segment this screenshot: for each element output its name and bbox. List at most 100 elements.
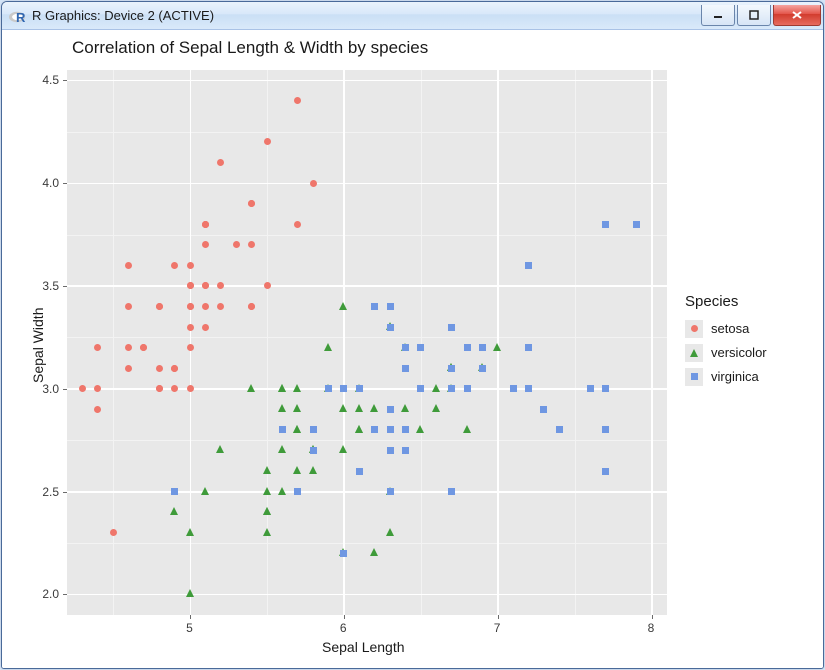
legend-item-setosa: setosa — [685, 318, 767, 340]
data-point-setosa — [202, 221, 209, 228]
y-tick-label: 3.0 — [42, 382, 59, 396]
data-point-virginica — [602, 385, 609, 392]
data-point-virginica — [602, 426, 609, 433]
x-tick-label: 7 — [494, 621, 501, 635]
data-point-versicolor — [293, 404, 301, 412]
data-point-virginica — [602, 221, 609, 228]
data-point-versicolor — [339, 302, 347, 310]
data-point-virginica — [633, 221, 640, 228]
data-point-setosa — [187, 385, 194, 392]
data-point-virginica — [340, 385, 347, 392]
data-point-setosa — [217, 303, 224, 310]
data-point-virginica — [310, 447, 317, 454]
data-point-setosa — [171, 385, 178, 392]
data-point-virginica — [525, 344, 532, 351]
maximize-button[interactable] — [737, 5, 771, 26]
data-point-versicolor — [386, 528, 394, 536]
data-point-virginica — [479, 365, 486, 372]
data-point-virginica — [371, 426, 378, 433]
legend-swatch-icon — [685, 368, 703, 386]
x-tick-label: 5 — [186, 621, 193, 635]
y-tick-label: 2.5 — [42, 485, 59, 499]
y-tick-label: 3.5 — [42, 279, 59, 293]
r-logo-icon: R — [8, 7, 26, 25]
data-point-virginica — [387, 426, 394, 433]
data-point-versicolor — [324, 343, 332, 351]
data-point-setosa — [156, 365, 163, 372]
close-button[interactable] — [773, 5, 821, 26]
data-point-setosa — [202, 324, 209, 331]
legend-title: Species — [685, 293, 767, 310]
data-point-versicolor — [401, 404, 409, 412]
data-point-versicolor — [278, 487, 286, 495]
data-point-virginica — [448, 324, 455, 331]
legend-label: virginica — [711, 369, 759, 384]
data-point-virginica — [525, 262, 532, 269]
data-point-setosa — [310, 180, 317, 187]
data-point-virginica — [417, 344, 424, 351]
data-point-virginica — [448, 488, 455, 495]
data-point-setosa — [171, 365, 178, 372]
data-point-versicolor — [370, 548, 378, 556]
data-point-versicolor — [339, 445, 347, 453]
data-point-virginica — [387, 303, 394, 310]
data-point-setosa — [187, 324, 194, 331]
data-point-virginica — [587, 385, 594, 392]
legend-label: setosa — [711, 321, 749, 336]
data-point-versicolor — [186, 589, 194, 597]
data-point-virginica — [294, 488, 301, 495]
app-window: R R Graphics: Device 2 (ACTIVE) Correlat… — [1, 1, 824, 669]
data-point-setosa — [294, 221, 301, 228]
data-point-versicolor — [278, 445, 286, 453]
x-tick-label: 8 — [648, 621, 655, 635]
data-point-setosa — [171, 262, 178, 269]
plot-area: Correlation of Sepal Length & Width by s… — [2, 30, 823, 668]
data-point-virginica — [387, 406, 394, 413]
data-point-setosa — [202, 303, 209, 310]
data-point-versicolor — [263, 487, 271, 495]
data-point-virginica — [402, 447, 409, 454]
data-point-setosa — [202, 282, 209, 289]
minimize-button[interactable] — [701, 5, 735, 26]
data-point-versicolor — [463, 425, 471, 433]
data-point-setosa — [94, 385, 101, 392]
legend-item-versicolor: versicolor — [685, 342, 767, 364]
data-point-setosa — [125, 365, 132, 372]
data-point-versicolor — [309, 466, 317, 474]
data-point-versicolor — [370, 404, 378, 412]
y-tick-label: 4.5 — [42, 73, 59, 87]
data-point-versicolor — [278, 404, 286, 412]
x-axis-label: Sepal Length — [322, 639, 405, 655]
data-point-setosa — [294, 97, 301, 104]
data-point-virginica — [402, 426, 409, 433]
titlebar[interactable]: R R Graphics: Device 2 (ACTIVE) — [2, 2, 823, 30]
chart-panel — [67, 70, 667, 615]
data-point-virginica — [387, 447, 394, 454]
data-point-versicolor — [216, 445, 224, 453]
data-point-versicolor — [201, 487, 209, 495]
data-point-virginica — [479, 344, 486, 351]
data-point-virginica — [171, 488, 178, 495]
data-point-versicolor — [355, 425, 363, 433]
data-point-setosa — [217, 282, 224, 289]
svg-text:R: R — [16, 10, 26, 25]
data-point-versicolor — [432, 404, 440, 412]
data-point-virginica — [325, 385, 332, 392]
data-point-setosa — [156, 303, 163, 310]
data-point-setosa — [248, 241, 255, 248]
data-point-virginica — [356, 468, 363, 475]
data-point-virginica — [387, 324, 394, 331]
data-point-setosa — [264, 282, 271, 289]
data-point-virginica — [556, 426, 563, 433]
legend-swatch-icon — [685, 320, 703, 338]
legend-item-virginica: virginica — [685, 366, 767, 388]
data-point-setosa — [187, 262, 194, 269]
data-point-virginica — [402, 344, 409, 351]
data-point-setosa — [233, 241, 240, 248]
data-point-versicolor — [493, 343, 501, 351]
data-point-setosa — [248, 303, 255, 310]
data-point-virginica — [279, 426, 286, 433]
window-title: R Graphics: Device 2 (ACTIVE) — [32, 8, 214, 23]
data-point-versicolor — [263, 507, 271, 515]
data-point-setosa — [264, 138, 271, 145]
